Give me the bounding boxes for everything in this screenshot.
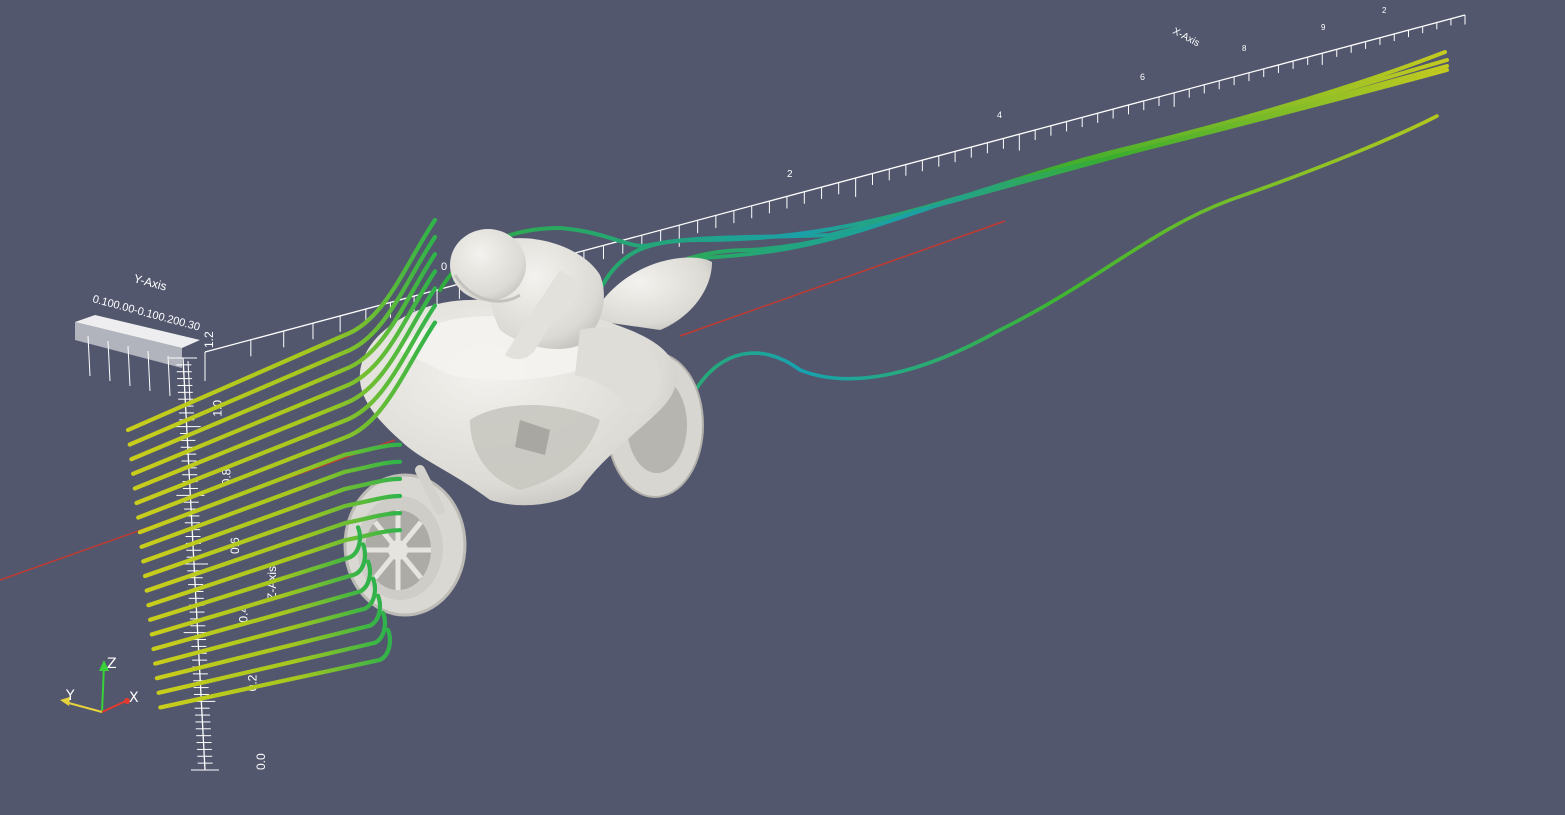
3d-render-viewport[interactable]: X-Axis 0 2 4 6 8 9 2 Y-Axis 0.100.00-0.1…	[0, 0, 1565, 815]
orientation-axes-widget: Z Y X	[60, 656, 139, 713]
y-axis-title: Y-Axis	[132, 271, 168, 293]
z-tick-label: 1.2	[202, 331, 216, 348]
triad-label-x: X	[129, 690, 139, 706]
motorbike-rider-model[interactable]	[343, 229, 712, 617]
x-tick-label-9: 9	[1321, 23, 1326, 32]
streamline-tube	[438, 50, 1447, 292]
streamlines-inlet	[125, 217, 438, 710]
triad-label-y: Y	[65, 688, 75, 704]
x-tick-label-10: 2	[1382, 6, 1387, 15]
x-tick-label-2: 2	[787, 169, 793, 180]
z-tick-label: 0.0	[254, 753, 268, 770]
streamline-tube	[608, 68, 1449, 322]
triad-label-z: Z	[107, 656, 117, 672]
streamline-tube	[588, 114, 1439, 457]
y-axis-tick	[187, 360, 191, 402]
x-tick-label-8: 8	[1242, 44, 1247, 53]
x-tick-label-6: 6	[1140, 72, 1145, 82]
x-tick-label-4: 4	[997, 110, 1002, 120]
x-tick-label-0: 0	[441, 261, 447, 273]
x-axis-title: X-Axis	[1171, 26, 1202, 49]
